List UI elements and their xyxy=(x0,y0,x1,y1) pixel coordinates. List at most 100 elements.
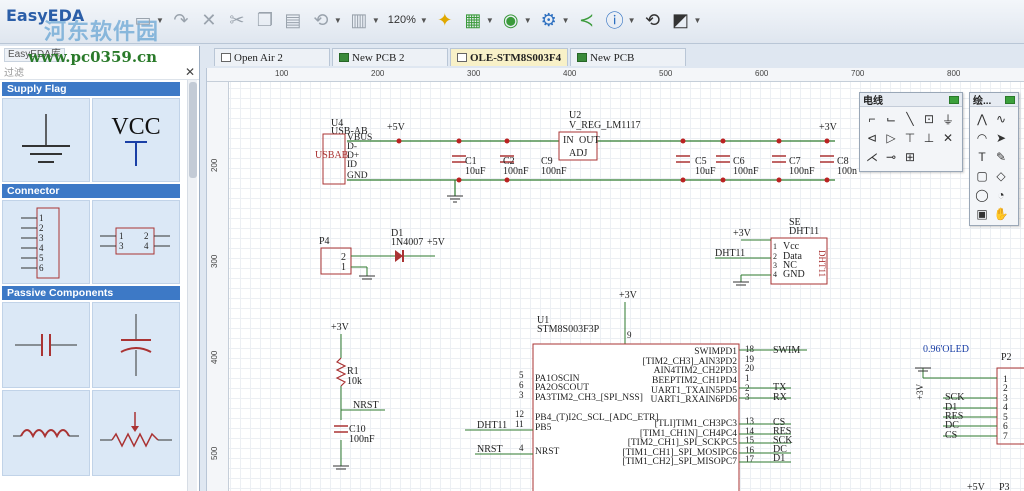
schematic-canvas[interactable]: 100 200 300 400 500 600 700 800 200 300 … xyxy=(206,68,1024,491)
se-num: 4 xyxy=(773,270,777,279)
close-icon[interactable]: ✕ xyxy=(185,65,195,79)
inductor-item[interactable] xyxy=(2,390,90,476)
header-2x2-item[interactable]: 1 2 3 4 xyxy=(92,200,180,284)
zoom-level[interactable]: 120% xyxy=(384,14,420,26)
netflag-icon[interactable]: ▷ xyxy=(882,129,900,147)
no-connect-icon[interactable]: ✕ xyxy=(939,129,957,147)
net-label-icon[interactable]: ⊡ xyxy=(920,110,938,128)
minimize-icon[interactable] xyxy=(1005,95,1015,104)
align-menu-caret[interactable]: ▼ xyxy=(372,16,380,25)
cap-val: 100n xyxy=(837,166,857,177)
polar-capacitor-item[interactable] xyxy=(92,302,180,388)
library-scrollbar[interactable] xyxy=(187,80,197,491)
tab-ole-stm8s003f4[interactable]: OLE-STM8S003F4 xyxy=(450,48,569,66)
wand-icon[interactable]: ✦ xyxy=(432,6,458,34)
u2-pin: ADJ xyxy=(569,148,587,159)
info-menu-caret[interactable]: ▼ xyxy=(628,16,636,25)
p4-pin: 1 xyxy=(341,262,346,273)
pin-3: 3 xyxy=(119,241,124,251)
u4-pin: GND xyxy=(347,171,368,181)
history-icon[interactable]: ⟲ xyxy=(640,6,666,34)
potentiometer-icon xyxy=(100,412,172,448)
delete-icon[interactable]: ✕ xyxy=(196,6,222,34)
passive-grid xyxy=(2,302,184,476)
p2-pin: 6 xyxy=(1003,422,1008,432)
tab-new-pcb[interactable]: New PCB xyxy=(570,48,687,66)
category-connector[interactable]: Connector xyxy=(2,184,180,198)
theme-menu-caret[interactable]: ▼ xyxy=(694,16,702,25)
pin-3: 3 xyxy=(39,233,44,243)
se-num: 2 xyxy=(773,252,777,261)
align-icon[interactable]: ▥ xyxy=(346,6,372,34)
group-icon[interactable]: ⊞ xyxy=(901,148,919,166)
category-passive-components[interactable]: Passive Components xyxy=(2,286,180,300)
zoom-menu-caret[interactable]: ▼ xyxy=(420,16,428,25)
rotate-icon[interactable]: ⟲ xyxy=(308,6,334,34)
net-port-icon[interactable]: ⊲ xyxy=(863,129,881,147)
pan-hand-icon[interactable]: ✋ xyxy=(992,205,1010,223)
u1-left-pin: NRST xyxy=(535,447,559,457)
palette-header[interactable]: 电线 xyxy=(860,93,962,107)
ground-flag-icon[interactable]: ⏚ xyxy=(939,110,957,128)
polar-capacitor-icon xyxy=(120,314,152,376)
netlist-menu-caret[interactable]: ▼ xyxy=(486,16,494,25)
header-6pin-item[interactable]: 12 34 56 xyxy=(2,200,90,284)
polygon-icon[interactable]: ◇ xyxy=(992,167,1010,185)
palette-header[interactable]: 绘... xyxy=(970,93,1018,107)
capacitor-item[interactable] xyxy=(2,302,90,388)
voltage-probe-icon[interactable]: ⋌ xyxy=(863,148,881,166)
u4-side: USBAB xyxy=(315,150,349,161)
u1-right-pin: [TIM1_CH2]_SPI_MISOPC7 xyxy=(622,457,737,467)
u1-net-left: DHT11 xyxy=(477,420,507,431)
vcc-symbol-item[interactable]: VCC xyxy=(92,98,180,182)
info-icon[interactable]: ⓘ xyxy=(602,6,628,34)
arc-icon[interactable]: ◠ xyxy=(973,129,991,147)
pin-4: 4 xyxy=(144,241,149,251)
rotate-menu-caret[interactable]: ▼ xyxy=(334,16,342,25)
save-menu-caret[interactable]: ▼ xyxy=(156,16,164,25)
netlist-icon[interactable]: ▦ xyxy=(460,6,486,34)
tab-new-pcb-2[interactable]: New PCB 2 xyxy=(332,48,448,66)
vcc-flag-icon[interactable]: ⊤ xyxy=(901,129,919,147)
tab-label: New PCB xyxy=(590,51,635,64)
freehand-icon[interactable]: ✎ xyxy=(992,148,1010,166)
category-supply-flag[interactable]: Supply Flag xyxy=(2,82,180,96)
scrollbar-thumb[interactable] xyxy=(189,82,197,178)
ground-symbol-item[interactable] xyxy=(2,98,90,182)
image-icon[interactable]: ▣ xyxy=(973,205,991,223)
arrow-icon[interactable]: ➤ xyxy=(992,129,1010,147)
copy-icon[interactable]: ❐ xyxy=(252,6,278,34)
p3-ref: P3 xyxy=(999,482,1010,491)
simulate-menu-caret[interactable]: ▼ xyxy=(524,16,532,25)
bus-icon[interactable]: ⌙ xyxy=(882,110,900,128)
simulate-icon[interactable]: ◉ xyxy=(498,6,524,34)
settings-gear-icon[interactable]: ⚙ xyxy=(536,6,562,34)
minimize-icon[interactable] xyxy=(949,95,959,104)
tab-open-air-2[interactable]: Open Air 2 xyxy=(214,48,330,66)
wire-icon[interactable]: ⌐ xyxy=(863,110,881,128)
settings-menu-caret[interactable]: ▼ xyxy=(562,16,570,25)
theme-toggle-icon[interactable]: ◩ xyxy=(668,6,694,34)
pin-icon[interactable]: ⊸ xyxy=(882,148,900,166)
power-flag-icon[interactable]: ⊥ xyxy=(920,129,938,147)
filter-input[interactable]: 过滤 xyxy=(4,64,24,79)
share-icon[interactable]: ≺ xyxy=(574,6,600,34)
pie-icon[interactable]: ◔ xyxy=(992,186,1010,204)
potentiometer-item[interactable] xyxy=(92,390,180,476)
bus-entry-icon[interactable]: ╲ xyxy=(901,110,919,128)
vcc-symbol-icon: VCC xyxy=(111,114,161,166)
bezier-icon[interactable]: ∿ xyxy=(992,110,1010,128)
text-icon[interactable]: T xyxy=(973,148,991,166)
redo-icon[interactable]: ↷ xyxy=(168,6,194,34)
header-6pin-icon: 12 34 56 xyxy=(21,207,60,279)
pin-4: 4 xyxy=(39,243,44,253)
save-icon[interactable]: ▭ xyxy=(130,6,156,34)
paste-icon[interactable]: ▤ xyxy=(280,6,306,34)
rectangle-icon[interactable]: ▢ xyxy=(973,167,991,185)
ellipse-icon[interactable]: ◯ xyxy=(973,186,991,204)
cut-icon[interactable]: ✂ xyxy=(224,6,250,34)
vcc-label: VCC xyxy=(111,114,160,140)
polyline-icon[interactable]: ⋀ xyxy=(973,110,991,128)
u2-pin: OUT xyxy=(579,135,600,146)
u1-left-num: 3 xyxy=(519,390,524,400)
